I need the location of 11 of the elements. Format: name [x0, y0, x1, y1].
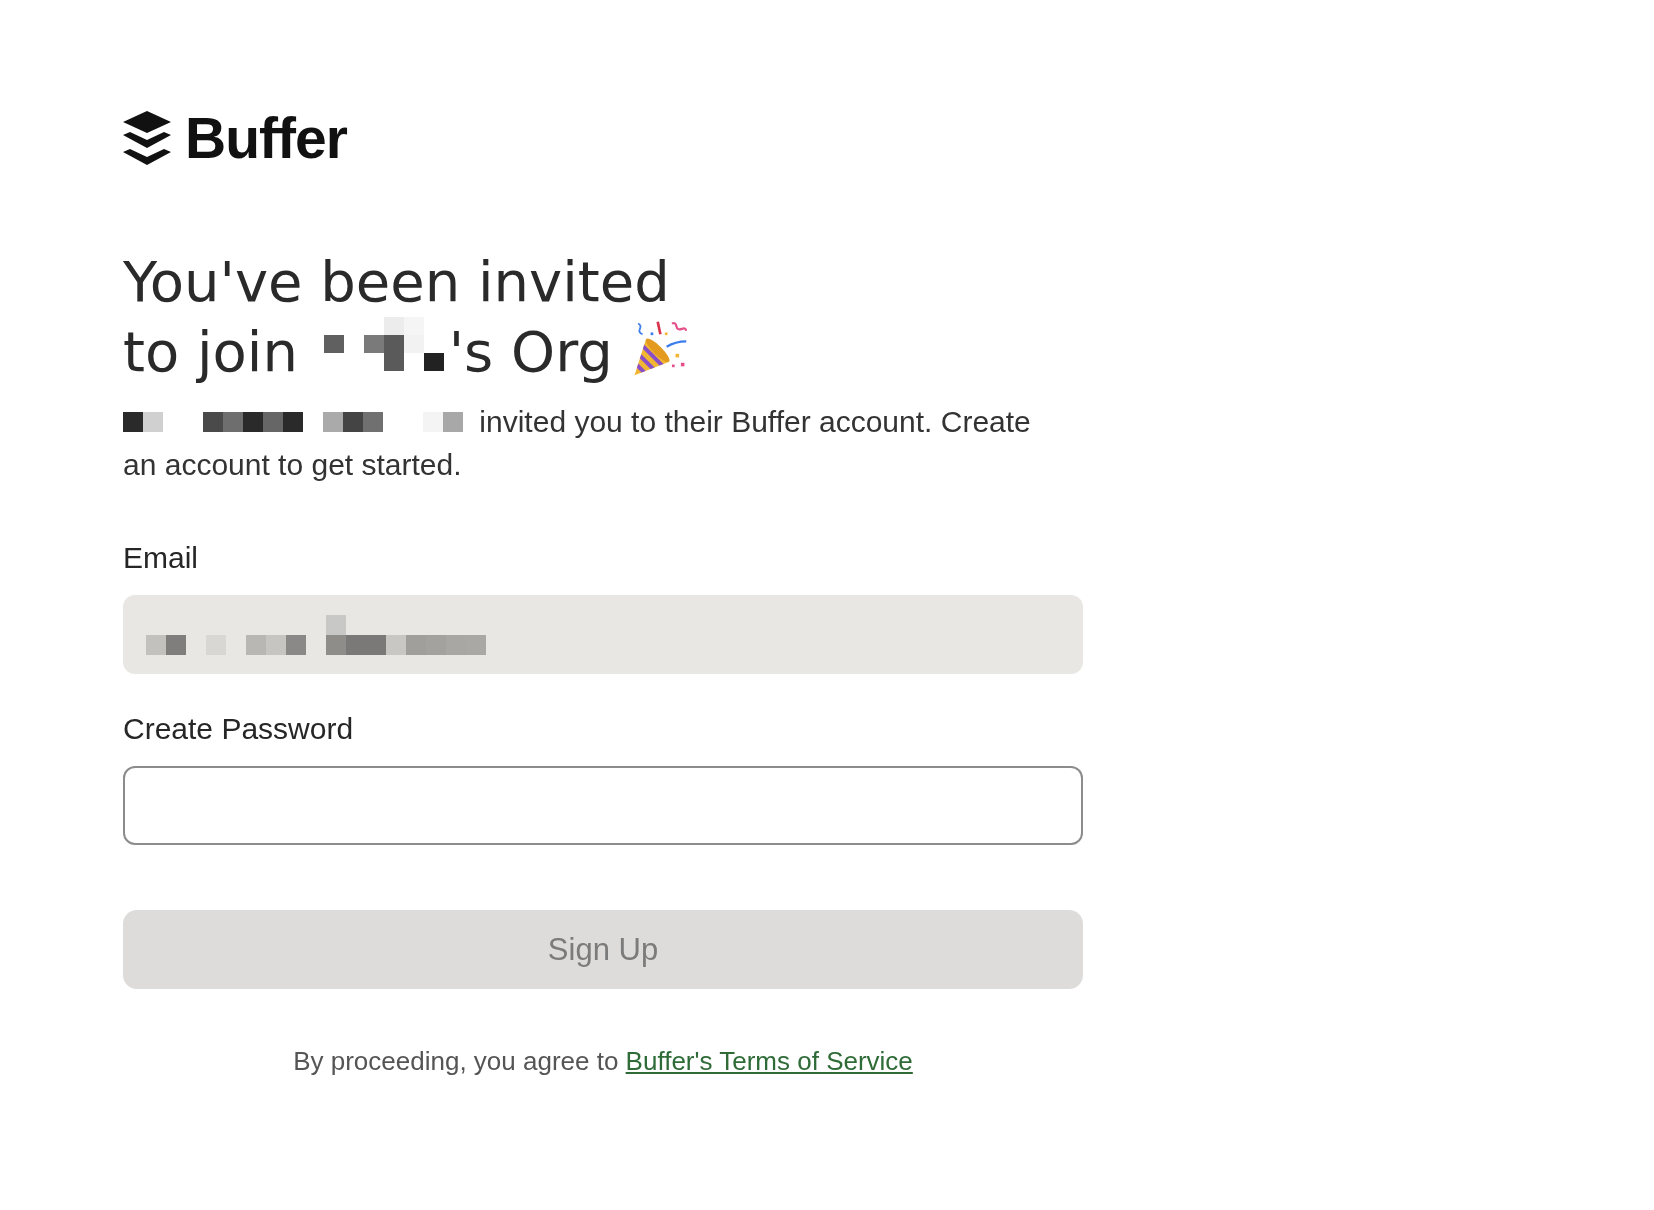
heading-text: to join [123, 319, 298, 384]
invitation-text: invited you to their Buffer account. Create an account to get started. [123, 405, 1031, 481]
layers-icon [123, 111, 171, 166]
logo-text: Buffer [185, 110, 347, 167]
heading-text: You've been invited [123, 248, 670, 316]
password-field[interactable] [123, 766, 1083, 845]
field-label: Email [123, 540, 198, 576]
terms-link[interactable]: Buffer's Terms of Service [625, 1046, 913, 1076]
field-label: Create Password [123, 711, 354, 747]
heading-text: 's Org [448, 319, 613, 384]
terms-text: By proceeding, you agree to Buffer's Terms of Service [293, 1045, 913, 1077]
